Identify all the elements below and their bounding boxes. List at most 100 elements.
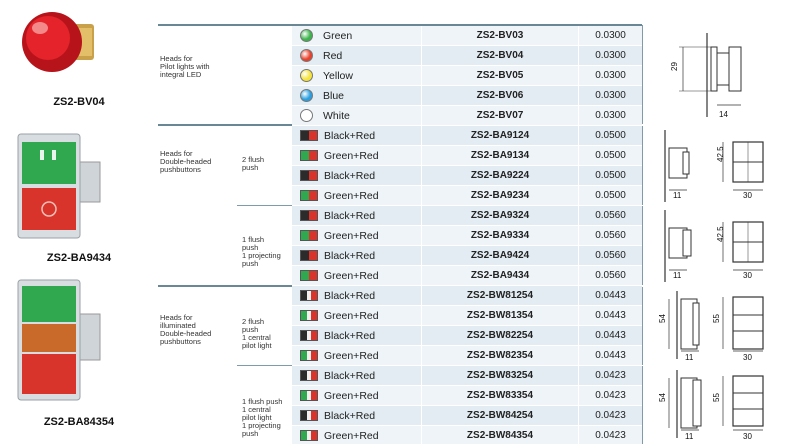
color-name: Green+Red: [324, 269, 379, 282]
dimension-diagram-illuminated: 54 55 11 30: [642, 287, 773, 365]
table-row: Green+Red ZS2-BA9234 0.0500: [292, 186, 642, 206]
color-cell: Yellow: [292, 66, 421, 85]
dim-width: 30: [743, 353, 752, 362]
color-name: Green+Red: [324, 149, 379, 162]
group-description: Heads for Pilot lights with integral LED: [160, 54, 210, 79]
color-cell: Black+Red: [292, 246, 421, 265]
reference-code: ZS2-BW81254: [421, 286, 578, 305]
dim-height: 29: [670, 62, 679, 71]
dimension-diagram-illuminated-projecting: 54 55 11 30: [642, 366, 773, 444]
weight-value: 0.0423: [578, 406, 642, 425]
product-label: ZS2-BV04: [53, 96, 105, 108]
table-row: Black+Red ZS2-BA9324 0.0560: [292, 206, 642, 226]
led-color-icon: [300, 89, 313, 102]
table-row: Black+Red ZS2-BW82254 0.0443: [292, 326, 642, 346]
led-color-icon: [300, 29, 313, 42]
color-cell: Green+Red: [292, 146, 421, 165]
button-color-icon: [300, 330, 318, 341]
dimension-diagram-pilot: 29 14: [642, 25, 773, 124]
color-name: Red: [323, 49, 343, 62]
reference-code: ZS2-BA9424: [421, 246, 578, 265]
dim-height: 55: [712, 393, 721, 402]
reference-code: ZS2-BA9224: [421, 166, 578, 185]
weight-value: 0.0423: [578, 386, 642, 405]
color-name: Black+Red: [324, 169, 376, 182]
group-description: Heads for illuminated Double-headed pushbut…: [160, 313, 212, 346]
led-color-icon: [300, 109, 313, 122]
color-name: Green+Red: [324, 309, 379, 322]
table-row: White ZS2-BV07 0.0300: [292, 106, 642, 126]
button-color-icon: [300, 290, 318, 301]
color-name: Green+Red: [324, 189, 379, 202]
color-cell: Black+Red: [292, 206, 421, 225]
table-row: Green+Red ZS2-BA9334 0.0560: [292, 226, 642, 246]
color-name: Blue: [323, 89, 345, 102]
color-name: Black+Red: [324, 209, 376, 222]
weight-value: 0.0300: [578, 26, 642, 45]
weight-value: 0.0443: [578, 326, 642, 345]
product-label: ZS2-BA84354: [43, 416, 115, 428]
table-row: Green+Red ZS2-BW83354 0.0423: [292, 386, 642, 406]
color-cell: Green+Red: [292, 266, 421, 285]
weight-value: 0.0560: [578, 226, 642, 245]
table-row: Black+Red ZS2-BW81254 0.0443: [292, 286, 642, 306]
color-name: Black+Red: [324, 249, 376, 262]
illuminated-pushbutton-image: [17, 279, 101, 401]
button-color-icon: [300, 210, 318, 221]
color-name: Yellow: [323, 69, 353, 82]
weight-value: 0.0500: [578, 186, 642, 205]
color-name: Black+Red: [324, 289, 376, 302]
dim-height: 54: [658, 314, 667, 323]
weight-value: 0.0300: [578, 66, 642, 85]
color-name: Green+Red: [324, 229, 379, 242]
table-row: Green+Red ZS2-BW84354 0.0423: [292, 426, 642, 444]
color-name: Green+Red: [324, 429, 379, 442]
button-color-icon: [300, 170, 318, 181]
weight-value: 0.0300: [578, 106, 642, 125]
color-name: Black+Red: [324, 329, 376, 342]
double-pushbutton-image: [17, 133, 101, 239]
table-row: Green+Red ZS2-BA9134 0.0500: [292, 146, 642, 166]
reference-code: ZS2-BV03: [421, 26, 578, 45]
table-row: Black+Red ZS2-BA9424 0.0560: [292, 246, 642, 266]
weight-value: 0.0500: [578, 126, 642, 145]
button-color-icon: [300, 410, 318, 421]
color-cell: Black+Red: [292, 366, 421, 385]
button-color-icon: [300, 130, 318, 141]
weight-value: 0.0560: [578, 266, 642, 285]
dim-depth: 11: [685, 432, 694, 441]
table-row: Yellow ZS2-BV05 0.0300: [292, 66, 642, 86]
weight-value: 0.0443: [578, 286, 642, 305]
button-color-icon: [300, 310, 318, 321]
color-cell: Black+Red: [292, 326, 421, 345]
button-color-icon: [300, 390, 318, 401]
color-name: Black+Red: [324, 369, 376, 382]
weight-value: 0.0560: [578, 206, 642, 225]
reference-code: ZS2-BV05: [421, 66, 578, 85]
reference-code: ZS2-BA9134: [421, 146, 578, 165]
color-cell: Green+Red: [292, 306, 421, 325]
subgroup-description: 2 flush push: [242, 155, 265, 172]
reference-code: ZS2-BW84354: [421, 426, 578, 444]
subgroup-description: 1 flush push 1 central pilot light 1 projec…: [242, 397, 283, 438]
table-row: Red ZS2-BV04 0.0300: [292, 46, 642, 66]
product-label: ZS2-BA9434: [46, 252, 112, 264]
dim-height: 54: [658, 393, 667, 402]
weight-value: 0.0560: [578, 246, 642, 265]
reference-code: ZS2-BV04: [421, 46, 578, 65]
dim-width: 30: [743, 271, 752, 280]
weight-value: 0.0300: [578, 86, 642, 105]
color-name: Green+Red: [324, 349, 379, 362]
button-color-icon: [300, 430, 318, 441]
weight-value: 0.0423: [578, 366, 642, 385]
reference-code: ZS2-BW82354: [421, 346, 578, 365]
led-color-icon: [300, 49, 313, 62]
color-name: Black+Red: [324, 409, 376, 422]
dim-depth: 11: [685, 353, 694, 362]
dim-width: 14: [719, 110, 728, 119]
table-row: Black+Red ZS2-BW84254 0.0423: [292, 406, 642, 426]
dim-height: 42.5: [716, 226, 725, 242]
reference-code: ZS2-BW81354: [421, 306, 578, 325]
subgroup-description: 2 flush push 1 central pilot light: [242, 317, 272, 350]
reference-code: ZS2-BA9124: [421, 126, 578, 145]
